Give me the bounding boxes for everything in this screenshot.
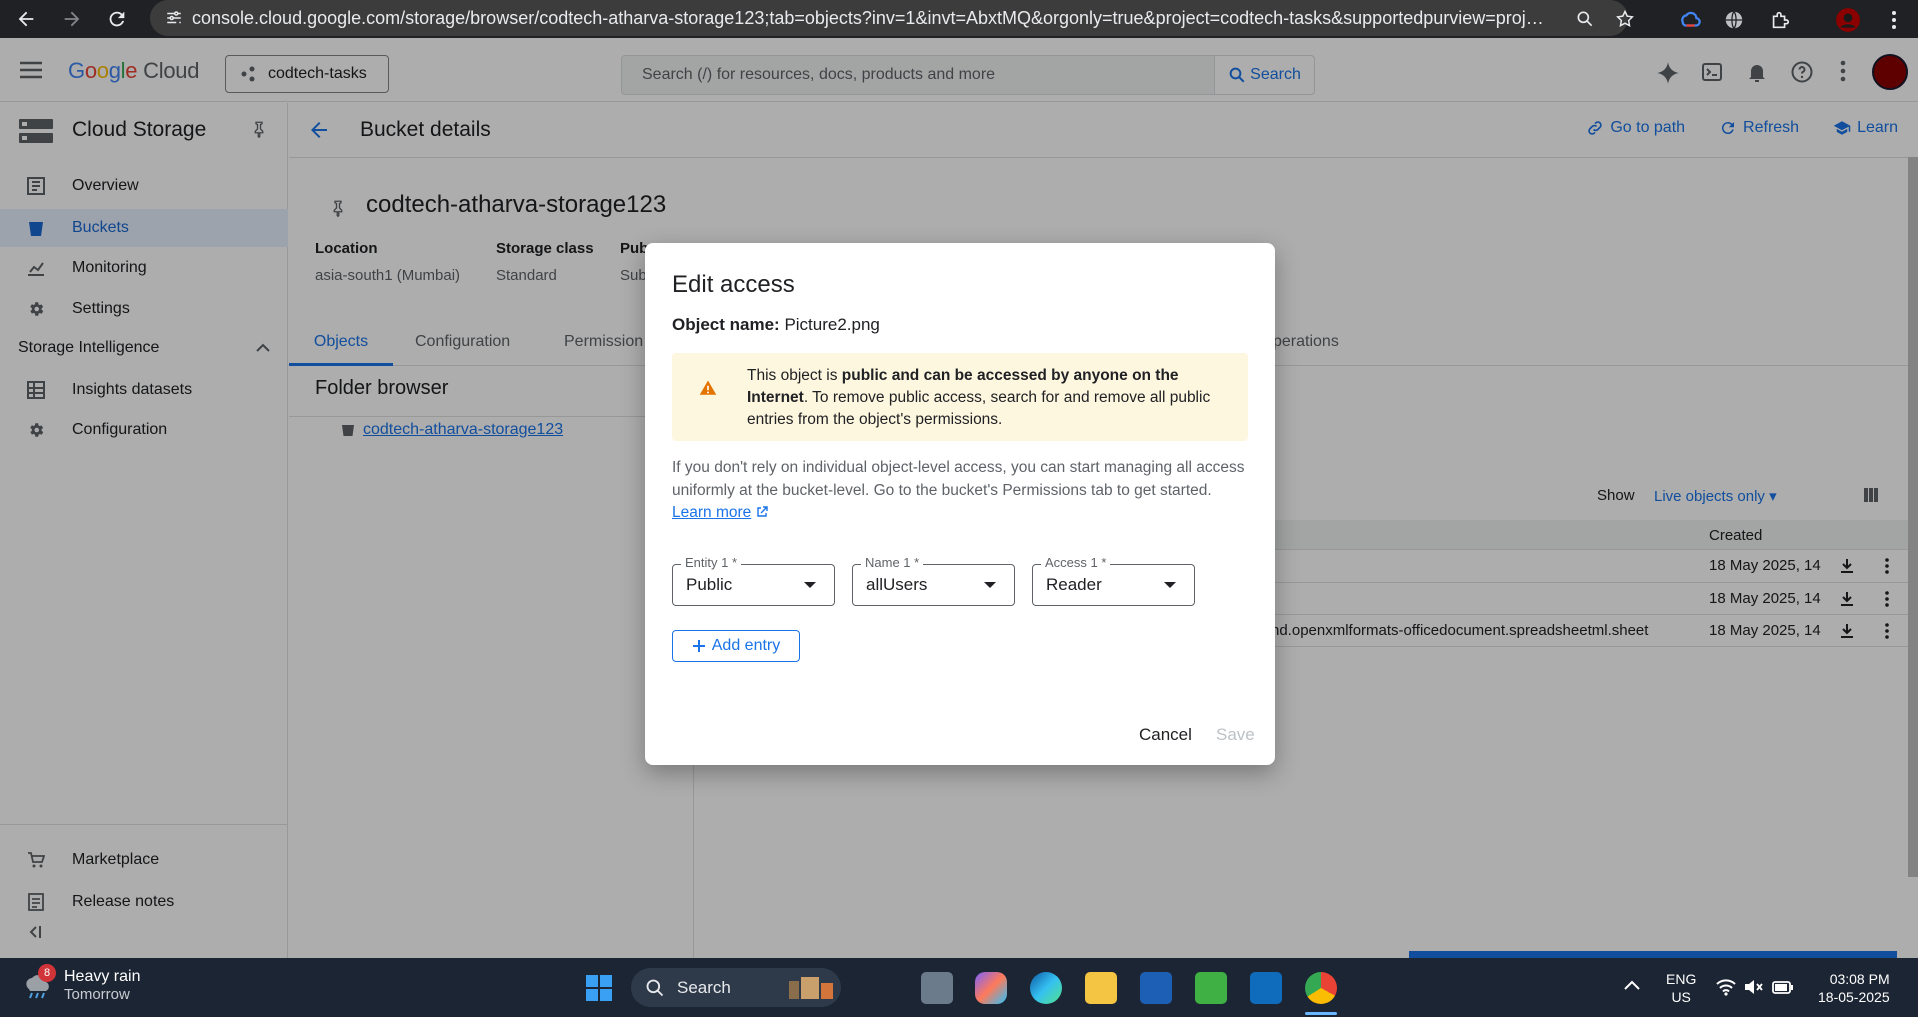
lang-line1: ENG (1666, 971, 1697, 987)
language-indicator[interactable]: ENG US (1666, 970, 1696, 1006)
learn-more-link[interactable]: Learn more (672, 504, 751, 521)
search-highlight-icon (789, 976, 833, 999)
dialog-title: Edit access (672, 271, 795, 298)
name-select[interactable]: Name 1 * allUsers (852, 555, 1015, 606)
taskbar-search-label: Search (677, 977, 731, 997)
edit-access-dialog: Edit access Object name: Picture2.png Th… (645, 243, 1275, 765)
info-text: If you don't rely on individual object-l… (672, 459, 1245, 499)
battery-icon[interactable] (1772, 978, 1794, 996)
warning-text: This object is public and can be accesse… (747, 365, 1237, 431)
chrome-icon[interactable] (1305, 972, 1337, 1004)
add-entry-button[interactable]: Add entry (672, 630, 800, 662)
reload-icon[interactable] (97, 0, 137, 38)
field-value: Reader (1046, 575, 1102, 594)
bookmark-star-icon[interactable] (1612, 6, 1638, 32)
forward-icon[interactable] (52, 0, 92, 38)
dropdown-arrow-icon (804, 582, 816, 588)
address-bar[interactable]: console.cloud.google.com/storage/browser… (150, 0, 1634, 36)
extensions-puzzle-icon[interactable] (1766, 6, 1794, 34)
clock-time: 03:08 PM (1829, 971, 1890, 987)
extension-drive-icon[interactable] (1676, 6, 1704, 34)
dropdown-arrow-icon (1164, 582, 1176, 588)
wifi-icon[interactable] (1716, 978, 1736, 996)
plus-icon (692, 640, 705, 652)
external-link-icon (756, 506, 768, 517)
store-icon[interactable] (1140, 972, 1172, 1004)
zoom-icon[interactable] (1572, 6, 1598, 32)
save-button[interactable]: Save (1216, 725, 1255, 745)
browser-menu-icon[interactable] (1880, 6, 1908, 34)
edge-icon[interactable] (1030, 972, 1062, 1004)
system-clock[interactable]: 03:08 PM 18-05-2025 (1818, 970, 1890, 1006)
lang-line2: US (1671, 989, 1691, 1005)
search-icon (646, 979, 664, 996)
field-value: allUsers (866, 575, 928, 594)
volume-muted-icon[interactable] (1744, 978, 1764, 996)
weather-subtext: Tomorrow (64, 986, 130, 1003)
weather-text: Heavy rain (64, 968, 141, 985)
field-label: Access 1 * (1041, 555, 1111, 570)
clock-date: 18-05-2025 (1818, 989, 1890, 1005)
learn-more-label: Learn more (672, 504, 752, 521)
object-name-row: Object name: Picture2.png (672, 315, 880, 335)
file-explorer-icon[interactable] (1085, 972, 1117, 1004)
task-view-icon[interactable] (921, 972, 953, 1004)
active-app-indicator (1305, 1012, 1337, 1015)
extension-globe-icon[interactable] (1720, 6, 1748, 34)
object-name-label: Object name: (672, 315, 780, 334)
entity-select[interactable]: Entity 1 * Public (672, 555, 835, 606)
add-entry-label: Add entry (711, 637, 781, 654)
dropdown-arrow-icon (984, 582, 996, 588)
weather-badge: 8 (38, 964, 56, 982)
copilot-icon[interactable] (975, 972, 1007, 1004)
outlook-icon[interactable] (1250, 972, 1282, 1004)
field-label: Name 1 * (861, 555, 924, 570)
warning-post: . To remove public access, search for an… (747, 389, 1211, 428)
cancel-button[interactable]: Cancel (1139, 725, 1192, 745)
windows-taskbar: Heavy rain Tomorrow 8 Search ENG US 03:0… (0, 958, 1918, 1017)
browser-toolbar: console.cloud.google.com/storage/browser… (0, 0, 1918, 38)
site-settings-icon[interactable] (156, 0, 192, 36)
windows-start-icon[interactable] (585, 974, 613, 1002)
field-value: Public (686, 575, 733, 594)
public-warning-banner: This object is public and can be accesse… (672, 353, 1248, 441)
object-name-value: Picture2.png (784, 315, 880, 334)
warning-pre: This object is (747, 367, 842, 384)
warning-icon (699, 380, 717, 395)
chevron-up-icon[interactable] (1624, 980, 1640, 990)
back-icon[interactable] (6, 0, 46, 38)
profile-avatar[interactable] (1834, 6, 1862, 34)
field-label: Entity 1 * (681, 555, 742, 570)
xbox-app-icon[interactable] (1195, 972, 1227, 1004)
taskbar-search[interactable]: Search (631, 968, 841, 1007)
access-select[interactable]: Access 1 * Reader (1032, 555, 1195, 606)
url-text: console.cloud.google.com/storage/browser… (192, 7, 1552, 28)
uniform-access-info: If you don't rely on individual object-l… (672, 457, 1252, 525)
